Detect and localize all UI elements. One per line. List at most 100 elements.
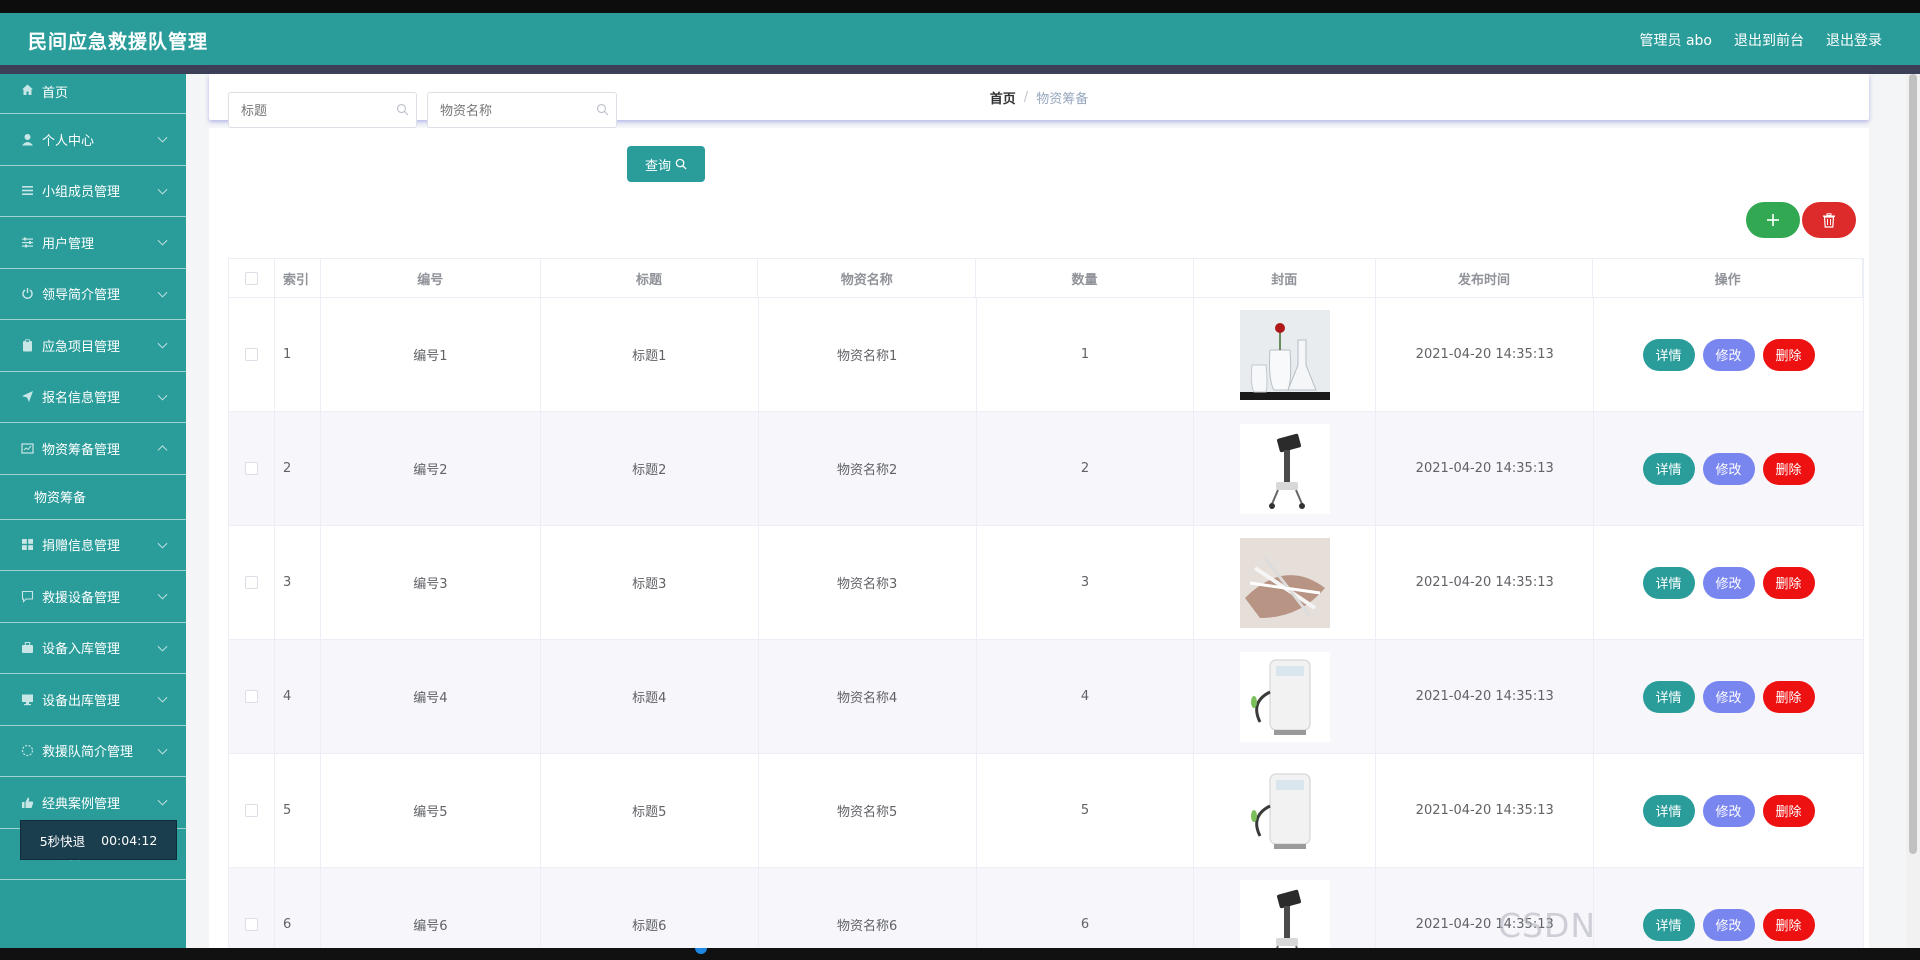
- sidebar-item-leaders[interactable]: 领导简介管理: [0, 269, 186, 320]
- sidebar-item-registration[interactable]: 报名信息管理: [0, 372, 186, 423]
- delete-button[interactable]: 删除: [1762, 680, 1815, 713]
- circle-icon: [20, 744, 34, 758]
- sidebar-item-label: 救援队简介管理: [42, 745, 134, 761]
- row-select-cell: [229, 412, 275, 525]
- cell-code: 编号2: [321, 412, 541, 525]
- delete-button[interactable]: 删除: [1762, 794, 1815, 827]
- cell-code: 编号5: [321, 754, 541, 867]
- cell-cover: [1194, 640, 1377, 753]
- cell-index: 4: [275, 640, 321, 753]
- title-search-input[interactable]: [228, 92, 417, 128]
- row-checkbox[interactable]: [244, 690, 258, 703]
- cell-cover: [1194, 754, 1377, 867]
- row-checkbox[interactable]: [244, 918, 258, 931]
- row-checkbox[interactable]: [244, 462, 258, 475]
- sidebar-item-equipment-in[interactable]: 设备入库管理: [0, 623, 186, 674]
- detail-button[interactable]: 详情: [1642, 338, 1695, 371]
- sidebar-item-personal-center[interactable]: 个人中心: [0, 114, 186, 166]
- sidebar-item-supplies[interactable]: 物资筹备管理: [0, 423, 186, 475]
- cell-time: 2021-04-20 14:35:13: [1376, 526, 1595, 639]
- cell-name: 物资名称4: [759, 640, 977, 753]
- cell-cover: [1194, 868, 1377, 960]
- cell-index: 1: [275, 298, 321, 411]
- cell-time: 2021-04-20 14:35:13: [1376, 754, 1595, 867]
- name-search-input[interactable]: [427, 92, 617, 128]
- detail-button[interactable]: 详情: [1642, 908, 1695, 941]
- page-scrollbar[interactable]: [1906, 74, 1920, 948]
- delete-button[interactable]: 删除: [1762, 452, 1815, 485]
- chevron-down-icon: [157, 589, 168, 600]
- scrollbar-thumb[interactable]: [1909, 74, 1917, 854]
- delete-button[interactable]: 删除: [1762, 908, 1815, 941]
- quick-back-widget[interactable]: 5秒快退 00:04:12: [20, 820, 177, 860]
- chevron-down-icon: [157, 795, 168, 806]
- logout-link[interactable]: 退出登录: [1826, 30, 1882, 50]
- delete-button[interactable]: 删除: [1762, 566, 1815, 599]
- sidebar-item-donations[interactable]: 捐赠信息管理: [0, 520, 186, 571]
- cell-qty: 4: [977, 640, 1195, 753]
- breadcrumb-home[interactable]: 首页: [990, 88, 1016, 107]
- sidebar-item-equipment-out[interactable]: 设备出库管理: [0, 674, 186, 726]
- chevron-down-icon: [157, 641, 168, 652]
- cell-index: 2: [275, 412, 321, 525]
- edit-button[interactable]: 修改: [1702, 680, 1755, 713]
- row-select-cell: [229, 526, 275, 639]
- sidebar-item-group-members[interactable]: 小组成员管理: [0, 166, 186, 217]
- edit-button[interactable]: 修改: [1702, 338, 1755, 371]
- quick-back-label: 5秒快退: [39, 833, 86, 849]
- cell-ops: 详情 修改 删除: [1594, 640, 1864, 753]
- sidebar-item-users[interactable]: 用户管理: [0, 217, 186, 269]
- edit-button[interactable]: 修改: [1702, 794, 1755, 827]
- row-select-cell: [229, 868, 275, 960]
- delete-button[interactable]: 删除: [1762, 338, 1815, 371]
- select-all-checkbox[interactable]: [244, 271, 258, 285]
- add-button[interactable]: [1746, 202, 1800, 238]
- detail-button[interactable]: 详情: [1642, 680, 1695, 713]
- sidebar-item-label: 报名信息管理: [42, 391, 121, 407]
- cell-ops: 详情 修改 删除: [1594, 298, 1864, 411]
- detail-button[interactable]: 详情: [1642, 452, 1695, 485]
- cell-qty: 1: [977, 298, 1195, 411]
- sidebar-item-emergency-projects[interactable]: 应急项目管理: [0, 320, 186, 372]
- edit-button[interactable]: 修改: [1702, 908, 1755, 941]
- header-select-all: [229, 259, 275, 297]
- chevron-down-icon: [157, 390, 168, 401]
- cover-image[interactable]: [1239, 651, 1330, 742]
- header-qty: 数量: [976, 259, 1194, 297]
- admin-label[interactable]: 管理员 abo: [1640, 30, 1712, 50]
- cell-cover: [1194, 298, 1377, 411]
- header-time: 发布时间: [1376, 259, 1594, 297]
- row-checkbox[interactable]: [244, 576, 258, 589]
- row-checkbox[interactable]: [244, 804, 258, 817]
- cell-time: 2021-04-20 14:35:13: [1376, 640, 1595, 753]
- search-icon: [396, 103, 409, 116]
- bottom-indicator: [695, 948, 707, 954]
- batch-delete-button[interactable]: [1802, 202, 1856, 238]
- cell-time: 2021-04-20 14:35:13: [1376, 868, 1595, 960]
- sidebar-item-rescue-equipment[interactable]: 救援设备管理: [0, 571, 186, 623]
- cover-image[interactable]: [1239, 537, 1330, 628]
- detail-button[interactable]: 详情: [1642, 794, 1695, 827]
- edit-button[interactable]: 修改: [1702, 452, 1755, 485]
- cover-image[interactable]: [1239, 423, 1330, 514]
- sidebar-subitem-supplies[interactable]: 物资筹备: [0, 475, 186, 520]
- sidebar-item-label: 救援设备管理: [42, 590, 121, 606]
- cell-qty: 5: [977, 754, 1195, 867]
- row-select-cell: [229, 298, 275, 411]
- cover-image[interactable]: [1239, 309, 1330, 400]
- app-window: 民间应急救援队管理 管理员 abo 退出到前台 退出登录 首页 个人中心 小组成…: [0, 0, 1920, 960]
- edit-button[interactable]: 修改: [1702, 566, 1755, 599]
- sliders-icon: [20, 235, 34, 249]
- sidebar-item-team-intro[interactable]: 救援队简介管理: [0, 726, 186, 777]
- table-header: 索引 编号 标题 物资名称 数量 封面 发布时间 操作: [228, 258, 1864, 298]
- cover-image[interactable]: [1239, 765, 1330, 856]
- exit-to-front-link[interactable]: 退出到前台: [1734, 30, 1804, 50]
- cell-qty: 2: [977, 412, 1195, 525]
- row-select-cell: [229, 640, 275, 753]
- row-checkbox[interactable]: [244, 348, 258, 361]
- detail-button[interactable]: 详情: [1642, 566, 1695, 599]
- cell-name: 物资名称2: [759, 412, 977, 525]
- query-button[interactable]: 查询: [627, 146, 705, 182]
- row-select-cell: [229, 754, 275, 867]
- sidebar-item-home[interactable]: 首页: [0, 74, 186, 114]
